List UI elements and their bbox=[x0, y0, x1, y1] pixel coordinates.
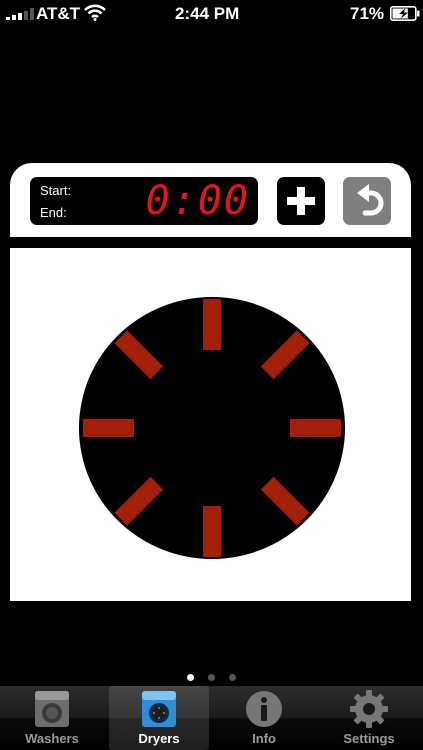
end-label: End: bbox=[40, 205, 67, 220]
tab-label-washers: Washers bbox=[25, 731, 79, 746]
dryer-icon bbox=[142, 691, 176, 727]
dial-tick bbox=[203, 506, 221, 557]
tab-settings[interactable]: Settings bbox=[319, 686, 419, 750]
tab-bar: Washers Dryers Info Settings bbox=[0, 686, 423, 750]
washer-icon bbox=[35, 691, 69, 727]
add-time-button[interactable] bbox=[277, 177, 325, 225]
info-icon bbox=[246, 691, 282, 727]
dial-tick bbox=[83, 419, 134, 437]
gear-icon bbox=[350, 690, 388, 728]
timer-digits: 0:00 bbox=[145, 178, 250, 224]
battery-percent: 71% bbox=[350, 4, 385, 23]
tab-info[interactable]: Info bbox=[214, 686, 314, 750]
status-time: 2:44 PM bbox=[175, 4, 240, 23]
battery-charging-icon bbox=[390, 6, 420, 21]
page-indicator bbox=[0, 668, 423, 681]
status-bar: AT&T 2:44 PM 71% bbox=[0, 0, 423, 28]
undo-arrow-icon bbox=[357, 184, 384, 216]
timer-dial[interactable] bbox=[79, 297, 345, 559]
wifi-icon bbox=[84, 4, 106, 21]
signal-strength-icon bbox=[6, 8, 34, 20]
page-dot[interactable] bbox=[187, 674, 194, 681]
dial-panel bbox=[10, 248, 411, 601]
tab-label-info: Info bbox=[252, 731, 276, 746]
dial-tick bbox=[290, 419, 341, 437]
tab-label-dryers: Dryers bbox=[138, 731, 180, 746]
page-dot[interactable] bbox=[208, 674, 215, 681]
carrier-name: AT&T bbox=[36, 4, 81, 23]
start-label: Start: bbox=[40, 183, 72, 198]
page-dot[interactable] bbox=[229, 674, 236, 681]
timer-control-panel: Start: End: 0:00 bbox=[10, 163, 411, 237]
timer-display: Start: End: 0:00 bbox=[30, 177, 258, 225]
plus-icon bbox=[287, 187, 315, 215]
tab-washers[interactable]: Washers bbox=[2, 686, 102, 750]
tab-label-settings: Settings bbox=[343, 731, 395, 746]
tab-dryers[interactable]: Dryers bbox=[109, 686, 209, 750]
dial-tick bbox=[203, 299, 221, 350]
undo-button[interactable] bbox=[343, 177, 391, 225]
